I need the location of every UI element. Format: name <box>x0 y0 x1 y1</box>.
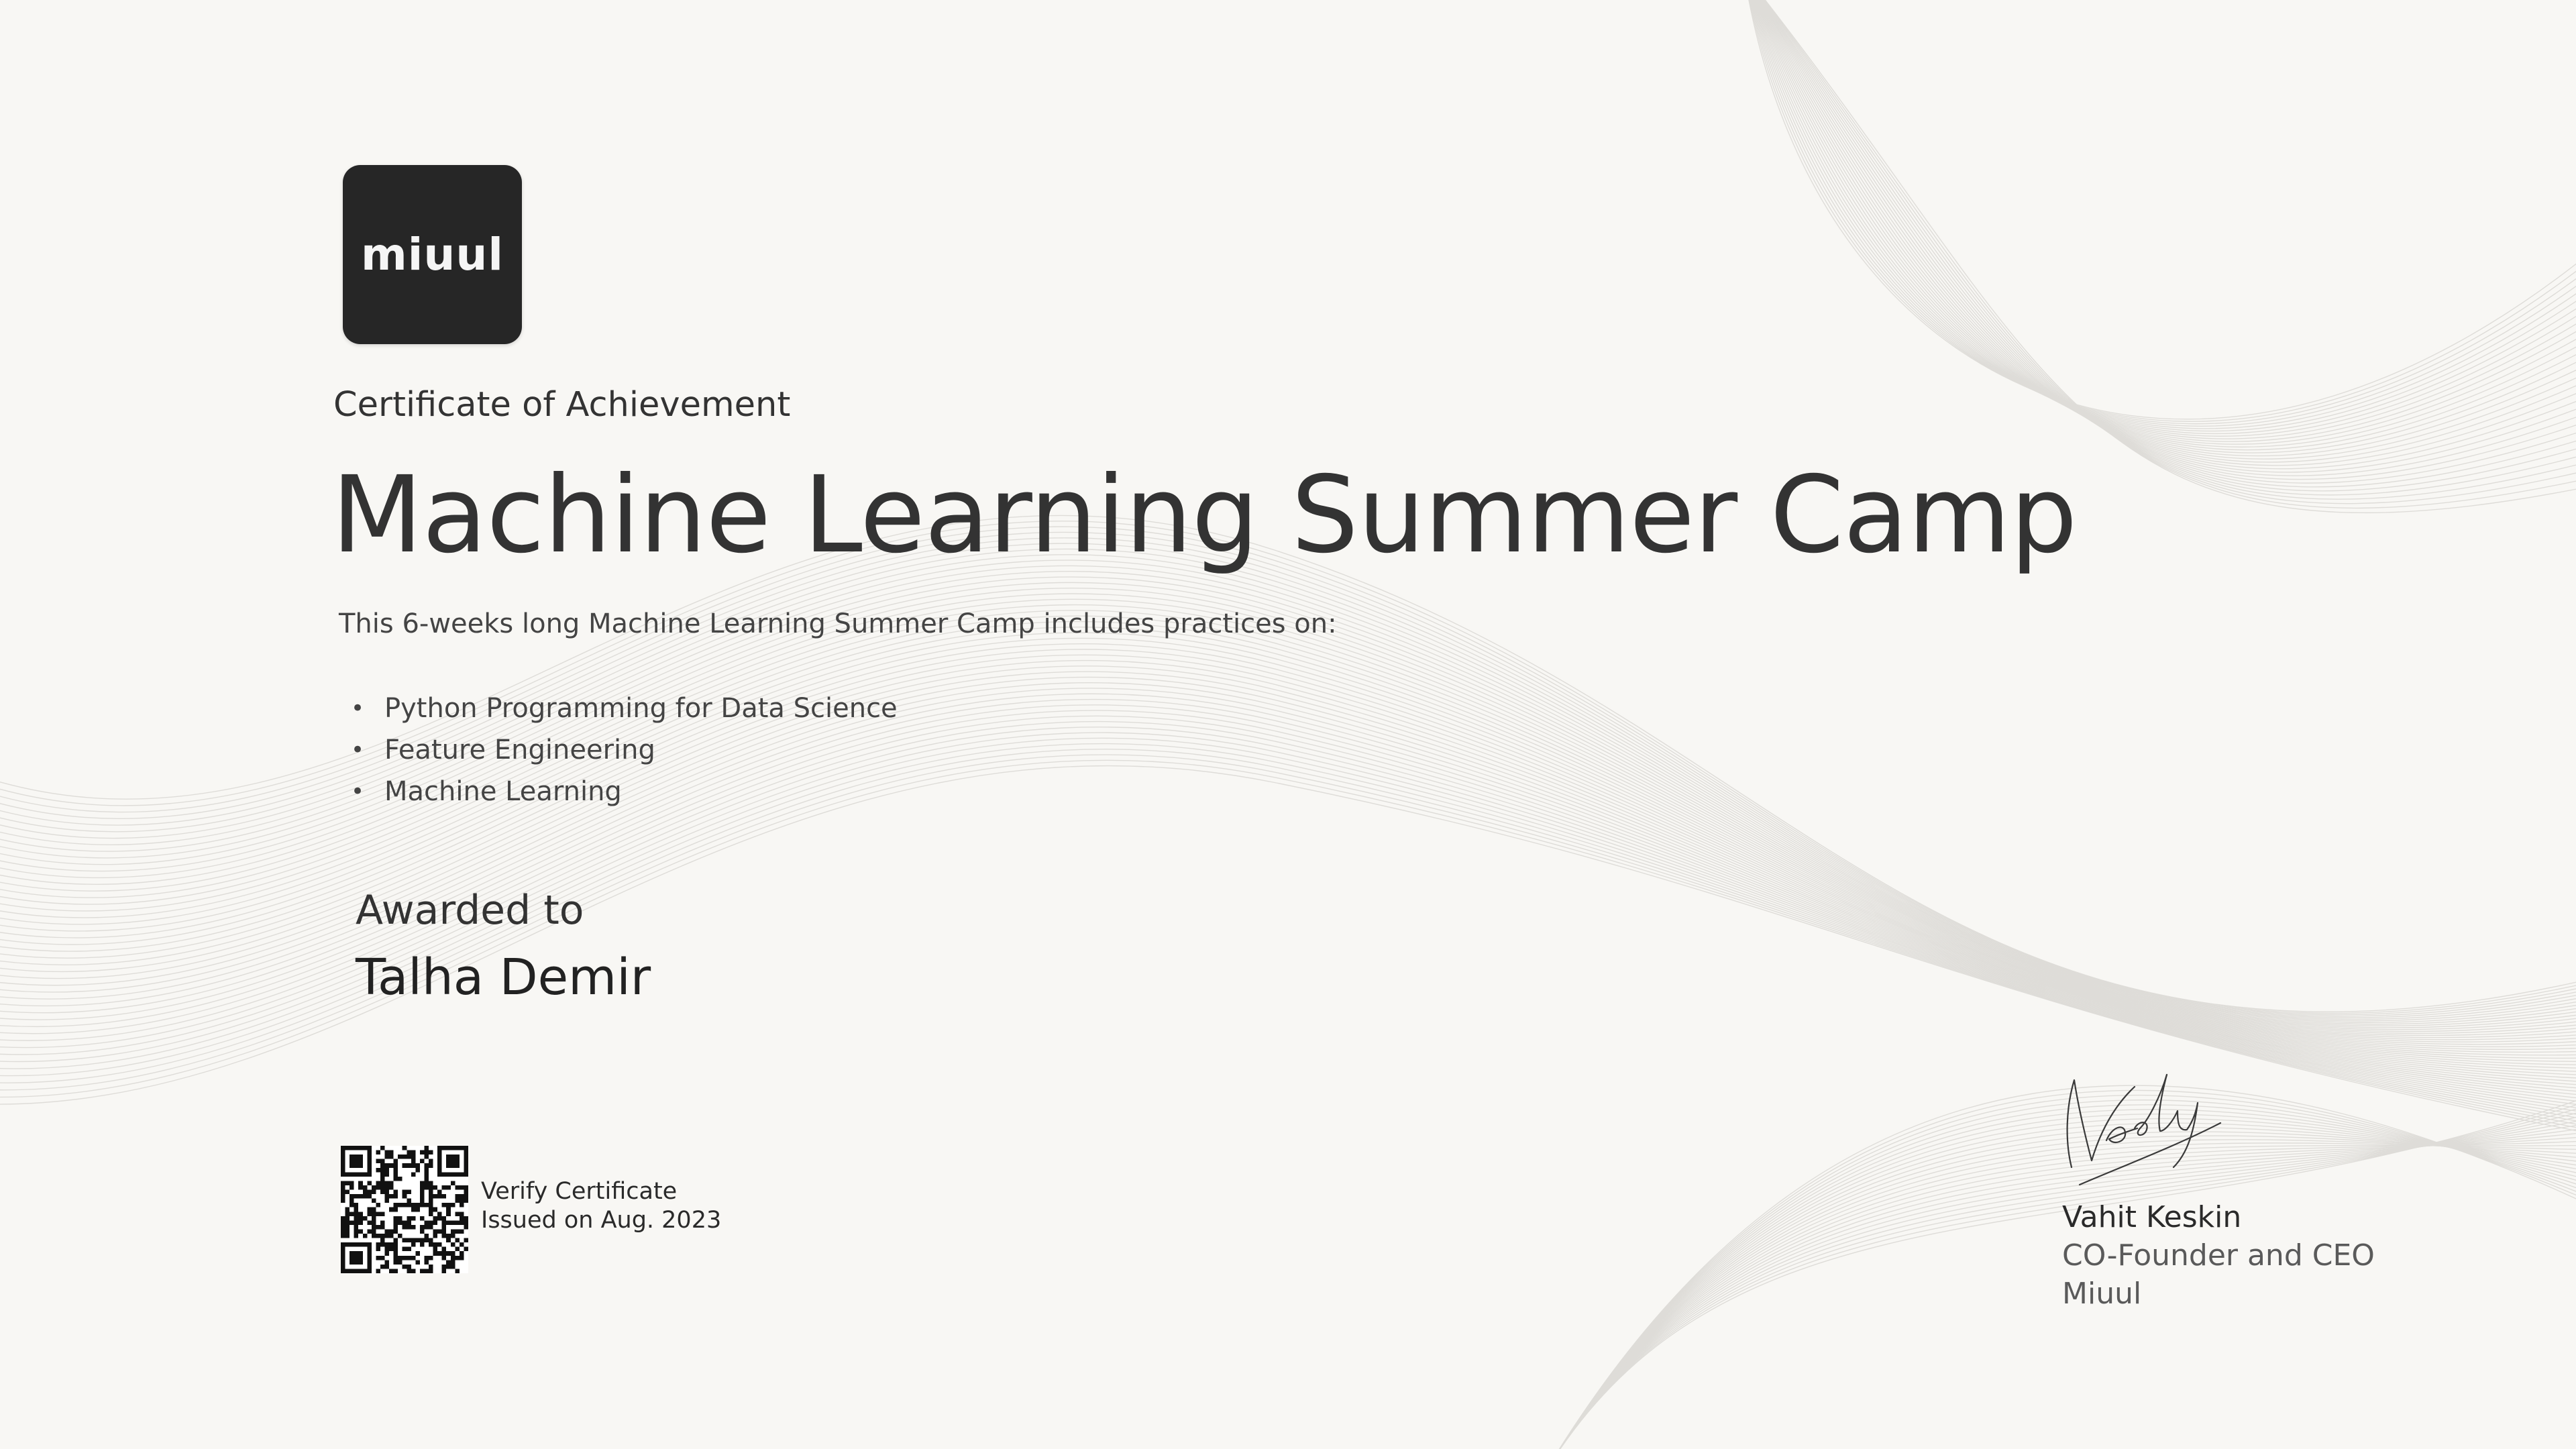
awarded-to-label: Awarded to <box>356 887 584 934</box>
topic-label: Feature Engineering <box>384 735 655 765</box>
handwritten-signature <box>2066 1073 2222 1186</box>
topic-label: Machine Learning <box>384 776 622 807</box>
signatory-name: Vahit Keskin <box>2062 1200 2242 1234</box>
signatory-block: Vahit Keskin CO-Founder and CEO Miuul <box>2062 1198 2375 1313</box>
verify-certificate-link[interactable]: Verify Certificate <box>481 1177 721 1206</box>
certificate-description: This 6-weeks long Machine Learning Summe… <box>339 608 1337 639</box>
signatory-role: CO-Founder and CEO <box>2062 1238 2375 1273</box>
qr-code-icon[interactable] <box>341 1146 468 1273</box>
recipient-name: Talha Demir <box>356 949 651 1006</box>
topic-label: Python Programming for Data Science <box>384 693 898 724</box>
list-item: • Feature Engineering <box>351 729 898 771</box>
issue-date: Issued on Aug. 2023 <box>481 1207 722 1234</box>
miuul-logo: miuul <box>343 165 522 344</box>
signatory-organization: Miuul <box>2062 1277 2142 1311</box>
certificate-title: Machine Learning Summer Camp <box>331 453 2078 577</box>
bullet-icon: • <box>351 695 365 722</box>
bullet-icon: • <box>351 778 365 805</box>
logo-wordmark: miuul <box>361 229 504 280</box>
list-item: • Python Programming for Data Science <box>351 688 898 729</box>
bullet-icon: • <box>351 737 365 763</box>
list-item: • Machine Learning <box>351 771 898 812</box>
certificate-kicker: Certificate of Achievement <box>333 385 791 425</box>
verification-block: Verify Certificate Issued on Aug. 2023 <box>481 1177 721 1235</box>
topic-list: • Python Programming for Data Science • Fe… <box>351 688 898 812</box>
